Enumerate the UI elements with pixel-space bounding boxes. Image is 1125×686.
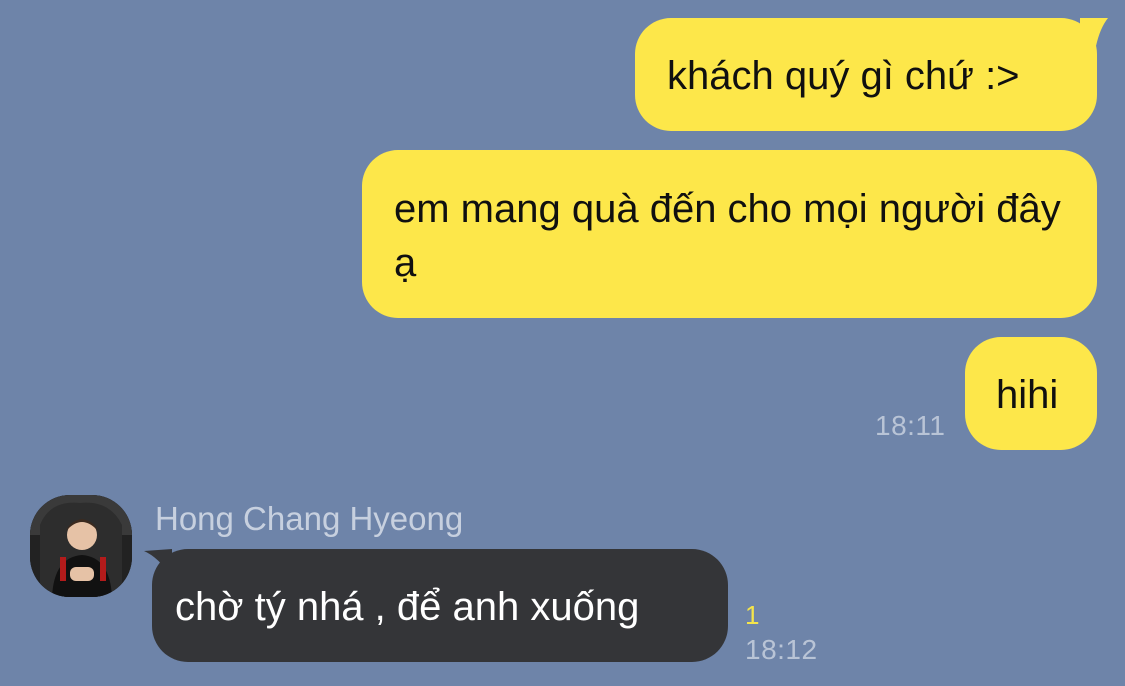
message-text: chờ tý nhá , để anh xuống (175, 585, 640, 629)
chat-thread[interactable]: khách quý gì chứ :> em mang quà đến cho … (0, 0, 1125, 686)
avatar[interactable] (30, 495, 132, 597)
message-bubble-outgoing[interactable]: hihi (965, 337, 1097, 450)
message-timestamp: 18:12 (745, 634, 818, 665)
message-text: hihi (996, 373, 1059, 417)
bubble-tail (1080, 18, 1108, 46)
message-bubble-outgoing[interactable]: em mang quà đến cho mọi người đây ạ (362, 150, 1097, 318)
message-text: khách quý gì chứ :> (667, 54, 1020, 98)
message-text: em mang quà đến cho mọi người đây ạ (394, 187, 1061, 285)
message-bubble-outgoing[interactable]: khách quý gì chứ :> (635, 18, 1097, 131)
message-timestamp: 18:11 (875, 410, 946, 441)
profile-photo-icon (30, 495, 132, 597)
sender-name: Hong Chang Hyeong (155, 500, 464, 537)
bubble-tail (144, 549, 172, 577)
message-bubble-incoming[interactable]: chờ tý nhá , để anh xuống (152, 549, 728, 662)
unread-count: 1 (745, 600, 760, 630)
